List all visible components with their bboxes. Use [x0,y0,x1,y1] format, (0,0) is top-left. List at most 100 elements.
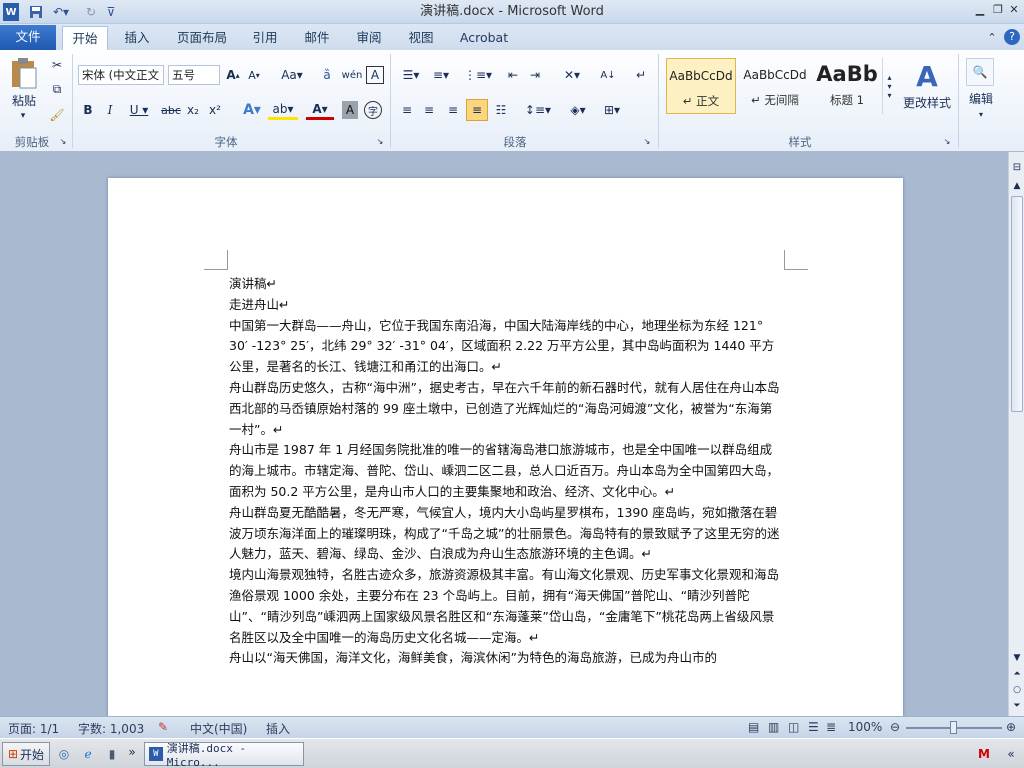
multilevel-list-icon[interactable]: ⋮≡▾ [464,65,492,85]
full-screen-reading-icon[interactable]: ▥ [768,720,779,734]
word-count[interactable]: 字数: 1,003 [78,720,144,737]
tab-review[interactable]: 审阅 [350,26,388,50]
text-effects-icon[interactable]: A▾ [238,100,266,120]
editing-button[interactable]: 编辑 [962,90,1000,106]
word-app-icon[interactable]: W [3,3,19,21]
align-left-icon[interactable]: ≡ [398,100,416,120]
styles-scroll-icon[interactable]: ▴ ▾ ▾ [882,58,896,114]
tab-page-layout[interactable]: 页面布局 [170,26,234,50]
help-icon[interactable]: ? [1004,29,1020,45]
zoom-in-icon[interactable]: ⊕ [1006,720,1016,734]
ie-icon[interactable]: ℯ [80,745,96,763]
tab-acrobat[interactable]: Acrobat [454,26,514,50]
save-icon[interactable] [28,3,44,21]
zoom-slider-thumb[interactable] [950,721,957,734]
sort-icon[interactable]: A↓ [598,65,618,85]
show-marks-icon[interactable]: ↵ [632,65,650,85]
redo-icon[interactable]: ↻ [80,3,102,21]
taskbar-word-window[interactable]: W 演讲稿.docx - Micro... [144,742,304,768]
distributed-icon[interactable]: ☷ [492,100,510,120]
style-no-spacing[interactable]: AaBbCcDd ↵ 无间隔 [740,58,810,114]
undo-icon[interactable]: ↶▾ [50,3,72,21]
clear-formatting-icon[interactable]: ȁ [318,65,336,85]
quicklaunch-browser-icon[interactable]: ◎ [56,745,72,763]
tab-file[interactable]: 文件 [0,25,56,50]
document-page[interactable]: 演讲稿↵ 走进舟山↵ 中国第一大群岛——舟山，它位于我国东南沿海，中国大陆海岸线… [108,178,903,716]
page-count[interactable]: 页面: 1/1 [8,720,59,737]
quicklaunch-more-icon[interactable]: » [126,743,138,761]
underline-icon[interactable]: U ▾ [124,100,154,120]
align-right-icon[interactable]: ≡ [444,100,462,120]
change-styles-icon[interactable]: A [902,58,952,94]
draft-icon[interactable]: ≣ [826,720,836,734]
tab-references[interactable]: 引用 [246,26,284,50]
borders-icon[interactable]: ⊞▾ [598,100,626,120]
enclose-characters-icon[interactable]: 字 [364,101,382,119]
character-border-icon[interactable]: A [366,66,384,84]
character-shading-icon[interactable]: A [342,101,358,119]
zoom-out-icon[interactable]: ⊖ [890,720,900,734]
web-layout-icon[interactable]: ◫ [788,720,799,734]
italic-icon[interactable]: I [102,100,118,120]
numbering-icon[interactable]: ≡▾ [428,65,454,85]
increase-indent-icon[interactable]: ⇥ [526,65,544,85]
select-browse-object-icon[interactable]: ○ [1010,684,1024,696]
cut-icon[interactable]: ✂ [48,56,66,74]
style-heading-1[interactable]: AaBb 标题 1 [812,58,882,114]
find-icon[interactable]: 🔍 [966,58,994,86]
font-color-icon[interactable]: A▾ [306,100,334,120]
outline-icon[interactable]: ☰ [808,720,819,734]
editing-dropdown-icon[interactable]: ▾ [972,108,990,120]
tab-insert[interactable]: 插入 [116,26,158,50]
print-layout-icon[interactable]: ▤ [748,720,759,734]
paragraph-launcher-icon[interactable]: ↘ [642,136,652,146]
prev-page-icon[interactable]: ⏶ [1010,668,1024,680]
font-name-select[interactable]: 宋体 (中文正文 [78,65,164,85]
tray-m-icon[interactable]: M [974,745,994,763]
tab-mailings[interactable]: 邮件 [298,26,336,50]
chinese-layout-icon[interactable]: ✕▾ [558,65,586,85]
customize-toolbar-icon[interactable]: ⊽ [104,3,118,21]
change-styles-button[interactable]: 更改样式 [898,94,956,110]
font-size-select[interactable]: 五号 [168,65,220,85]
line-spacing-icon[interactable]: ↕≡▾ [524,100,552,120]
change-case-icon[interactable]: Aa▾ [278,65,306,85]
quicklaunch-app-icon[interactable]: ▮ [104,745,120,763]
copy-icon[interactable]: ⧉ [48,80,66,98]
paste-dropdown-icon[interactable]: ▾ [10,110,36,122]
zoom-level[interactable]: 100% [848,720,882,734]
font-launcher-icon[interactable]: ↘ [375,136,385,146]
style-normal[interactable]: AaBbCcDd ↵ 正文 [666,58,736,114]
justify-icon[interactable]: ≡ [466,99,488,121]
phonetic-guide-icon[interactable]: wén [342,65,363,85]
clipboard-launcher-icon[interactable]: ↘ [58,136,68,146]
proofing-icon[interactable]: ✎ [158,720,168,734]
scroll-down-icon[interactable]: ▼ [1010,652,1024,664]
language[interactable]: 中文(中国) [190,720,247,737]
scroll-up-icon[interactable]: ▲ [1010,180,1024,192]
start-button[interactable]: ⊞ 开始 [2,742,50,766]
shading-icon[interactable]: ◈▾ [564,100,592,120]
scroll-thumb[interactable] [1011,196,1023,412]
next-page-icon[interactable]: ⏷ [1010,700,1024,712]
styles-launcher-icon[interactable]: ↘ [942,136,952,146]
grow-font-icon[interactable]: A ▴ [224,65,242,85]
format-painter-icon[interactable]: 🖌 [48,106,66,124]
shrink-font-icon[interactable]: A ▾ [245,65,263,85]
document-body[interactable]: 演讲稿↵ 走进舟山↵ 中国第一大群岛——舟山，它位于我国东南沿海，中国大陆海岸线… [229,274,784,669]
ruler-toggle-icon[interactable]: ⊟ [1010,160,1024,174]
collapse-ribbon-icon[interactable]: ⌃ [984,30,1000,46]
paste-icon[interactable] [6,54,42,94]
paste-button[interactable]: 粘贴 [4,92,44,108]
highlight-icon[interactable]: ab▾ [268,100,298,120]
restore-icon[interactable]: ❐ [990,2,1006,18]
vertical-scrollbar[interactable]: ⊟ ▲ ▼ ⏶ ○ ⏷ [1008,152,1024,716]
bold-icon[interactable]: B [80,100,96,120]
superscript-icon[interactable]: x² [206,100,224,120]
strikethrough-icon[interactable]: abc [160,100,182,120]
subscript-icon[interactable]: x₂ [184,100,202,120]
tab-home[interactable]: 开始 [62,26,108,51]
minimize-icon[interactable]: ▁ [972,2,988,18]
decrease-indent-icon[interactable]: ⇤ [504,65,522,85]
tray-expand-icon[interactable]: « [1002,745,1020,763]
